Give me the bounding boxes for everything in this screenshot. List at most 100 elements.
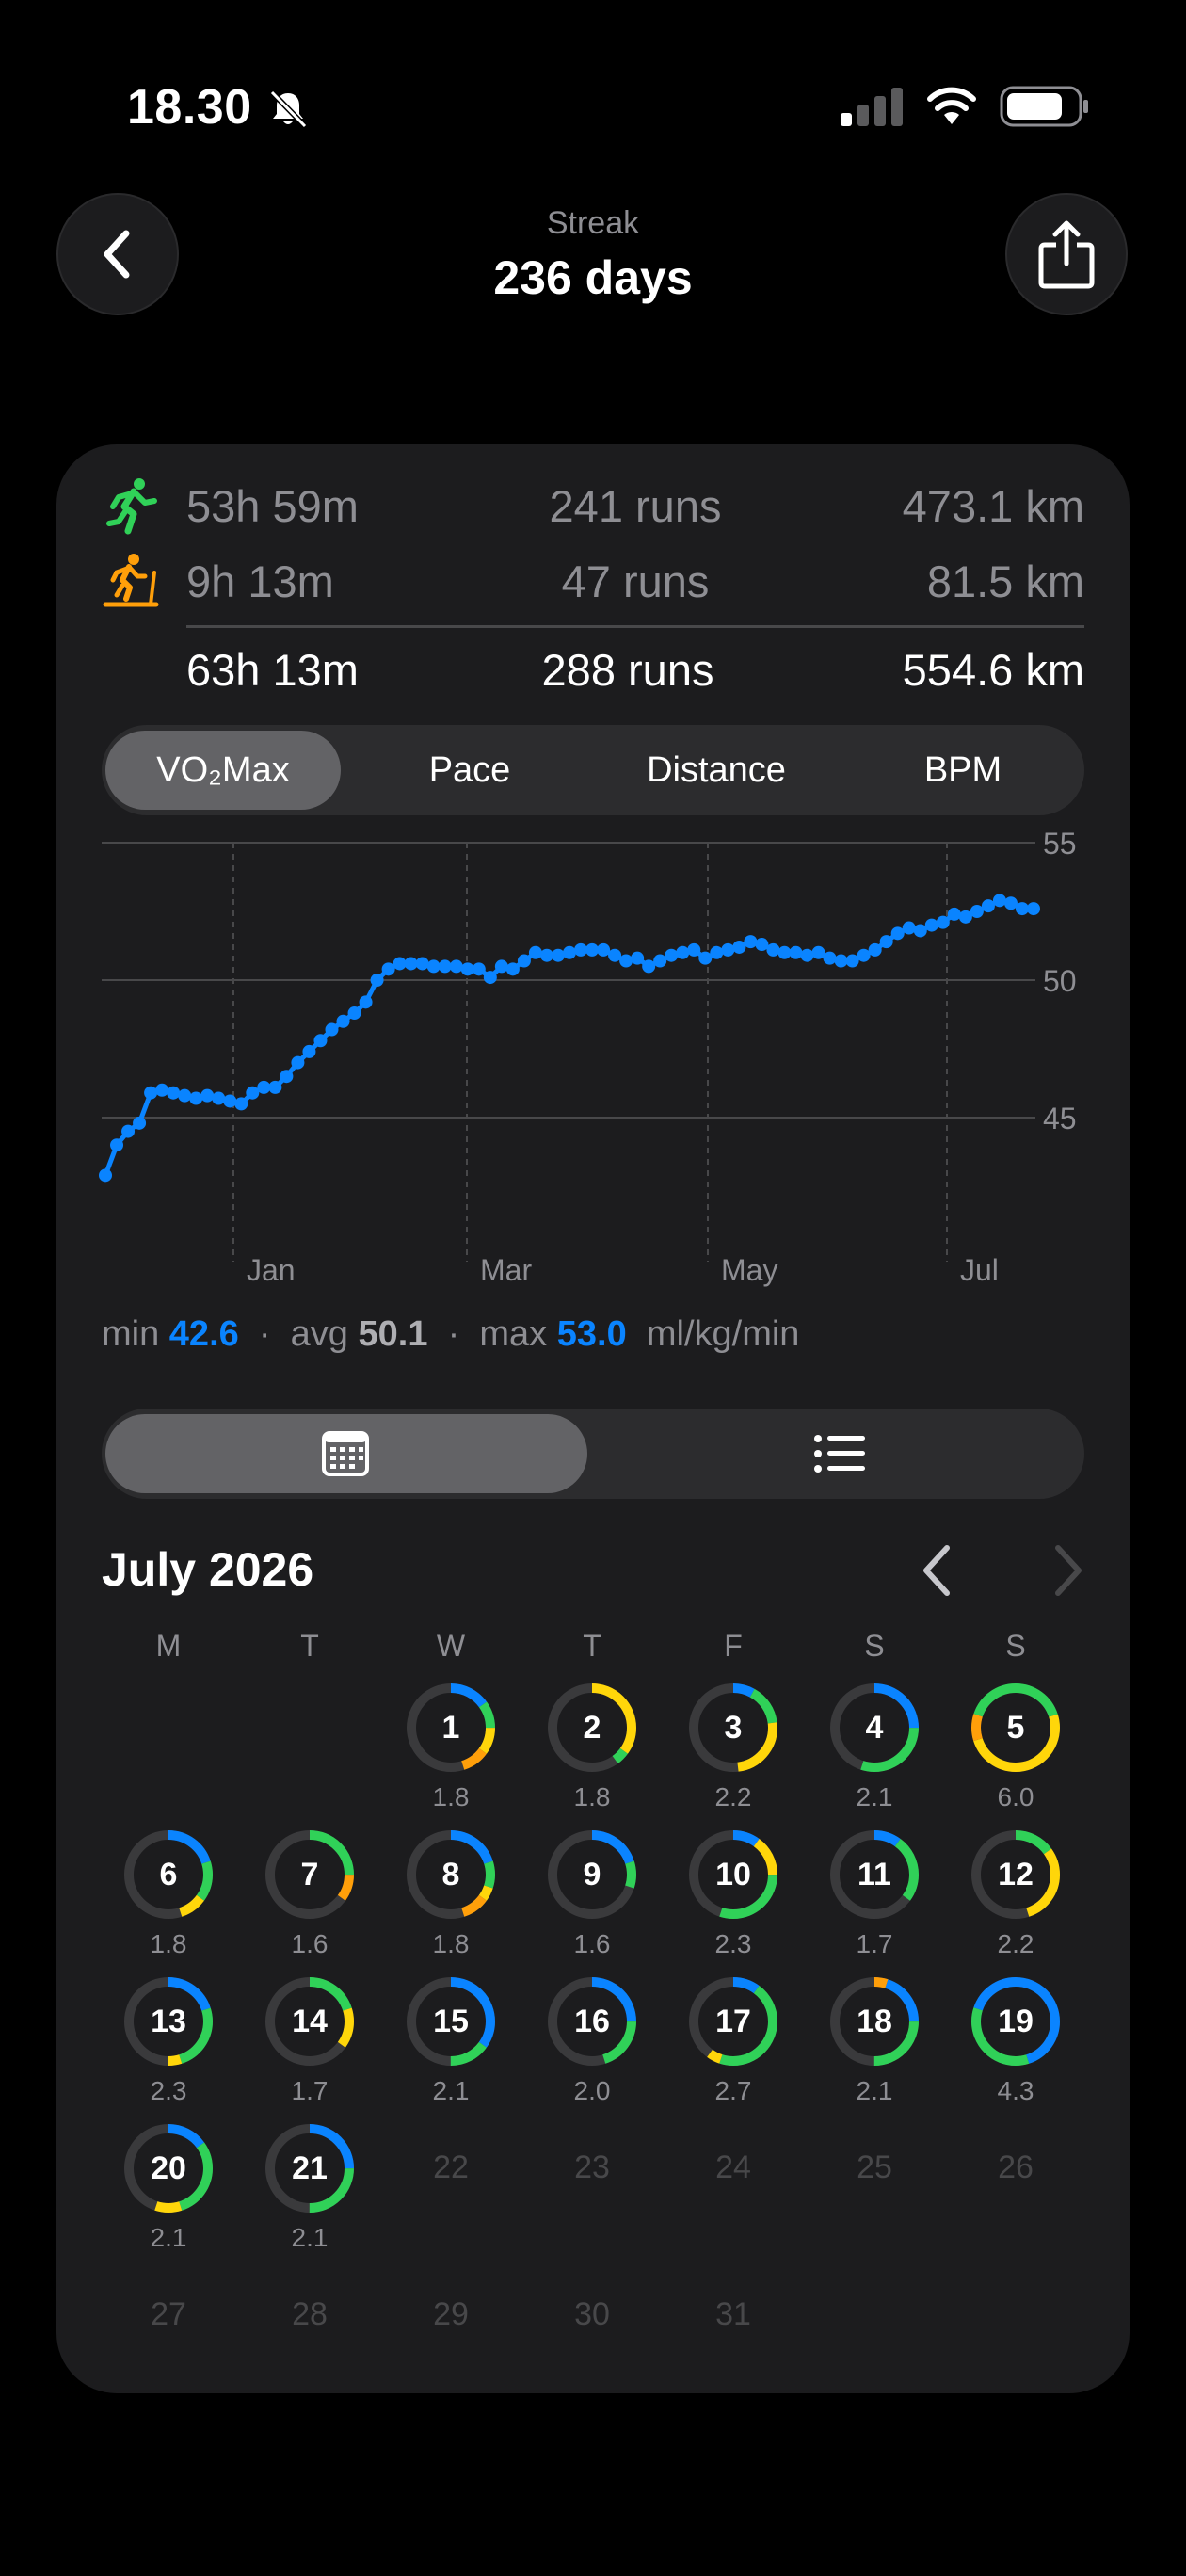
day-distance: 1.8	[150, 1929, 187, 1958]
min-label: min	[102, 1314, 160, 1354]
share-button[interactable]	[1005, 193, 1128, 315]
calendar-day[interactable]: 6	[121, 1827, 216, 1922]
day-number: 4	[865, 1710, 884, 1746]
day-distance: 1.7	[856, 1929, 893, 1958]
vo2max-data-point	[302, 1044, 316, 1058]
vo2max-data-point	[597, 942, 611, 957]
vo2max-data-point	[426, 959, 441, 974]
calendar-day[interactable]: 11	[827, 1827, 922, 1922]
status-time: 18.30	[127, 80, 252, 135]
tab-pace[interactable]: Pace	[352, 725, 587, 815]
vo2max-data-point	[936, 915, 950, 929]
vo2max-data-point	[268, 1080, 282, 1094]
list-view-button[interactable]	[602, 1414, 1081, 1493]
day-distance: 1.8	[573, 1782, 611, 1811]
day-distance: 2.7	[714, 2076, 752, 2105]
calendar-day[interactable]: 2	[545, 1681, 639, 1775]
calendar-day[interactable]: 10	[686, 1827, 780, 1922]
outdoor-time: 53h 59m	[186, 481, 359, 531]
day-distance: 2.1	[150, 2223, 187, 2252]
vo2max-data-point	[144, 1086, 158, 1100]
y-tick-label: 55	[1043, 827, 1077, 861]
day-number: 7	[300, 1857, 319, 1892]
vo2max-data-point	[370, 974, 384, 987]
calendar-view-button[interactable]	[105, 1414, 587, 1493]
vo2max-data-point	[789, 945, 803, 959]
wifi-icon	[927, 87, 976, 124]
calendar-day[interactable]: 21	[263, 2121, 357, 2215]
calendar-day[interactable]: 16	[545, 1974, 639, 2069]
vo2max-data-point	[902, 921, 916, 935]
vo2max-data-point	[924, 918, 938, 932]
day-distance: 2.1	[291, 2223, 329, 2252]
vo2max-data-point	[619, 954, 633, 968]
vo2max-data-point	[483, 971, 497, 985]
next-month-button[interactable]	[1039, 1540, 1096, 1601]
vo2max-data-point	[539, 948, 553, 962]
calendar-day[interactable]: 4	[827, 1681, 922, 1775]
day-distance: 1.8	[432, 1929, 470, 1958]
day-number: 13	[151, 2004, 186, 2039]
weekday-tue: T	[300, 1629, 319, 1663]
day-number: 12	[998, 1857, 1034, 1892]
vo2max-data-point	[755, 938, 769, 952]
vo2max-data-point	[449, 959, 463, 974]
tab-bpm[interactable]: BPM	[845, 725, 1081, 815]
vo2max-data-point	[834, 954, 848, 968]
day-number: 1	[441, 1710, 460, 1746]
vo2max-data-point	[890, 926, 905, 941]
day-distance: 2.2	[714, 1782, 752, 1811]
tab-vo2max[interactable]: VO₂Max	[105, 725, 341, 815]
vo2max-data-point	[528, 945, 542, 959]
calendar-day[interactable]: 7	[263, 1827, 357, 1922]
vo2max-data-point	[257, 1080, 271, 1094]
vo2max-data-point	[676, 945, 690, 959]
back-button[interactable]	[56, 193, 179, 315]
calendar-day[interactable]: 14	[263, 1974, 357, 2069]
calendar-day[interactable]: 17	[686, 1974, 780, 2069]
x-tick-label: Mar	[480, 1253, 532, 1287]
list-icon	[814, 1435, 865, 1473]
vo2max-data-point	[563, 945, 576, 959]
vo2max-data-point	[777, 945, 792, 959]
calendar-day[interactable]: 13	[121, 1974, 216, 2069]
calendar-future-day: 28	[292, 2296, 328, 2332]
calendar-day[interactable]: 8	[404, 1827, 498, 1922]
calendar-day[interactable]: 18	[827, 1974, 922, 2069]
vo2max-data-point	[110, 1138, 124, 1152]
vo2max-data-point	[766, 942, 780, 957]
calendar-day[interactable]: 1	[404, 1681, 498, 1775]
calendar-day[interactable]: 3	[686, 1681, 780, 1775]
calendar-day[interactable]: 12	[969, 1827, 1063, 1922]
chevron-right-icon	[1055, 1545, 1082, 1596]
vo2max-data-point	[415, 957, 429, 971]
vo2max-data-point	[845, 954, 859, 968]
day-number: 20	[151, 2150, 186, 2186]
vo2max-data-point	[178, 1088, 192, 1103]
previous-month-button[interactable]	[911, 1540, 968, 1601]
vo2max-data-point	[223, 1094, 237, 1108]
day-distance: 1.6	[573, 1929, 611, 1958]
treadmill-runs: 47 runs	[561, 556, 710, 606]
tab-distance[interactable]: Distance	[599, 725, 834, 815]
calendar-day[interactable]: 5	[969, 1681, 1063, 1775]
chart-summary: min 42.6 · avg 50.1 · max 53.0 ml/kg/min	[102, 1314, 799, 1355]
vo2max-data-point	[687, 942, 701, 957]
unit-label: ml/kg/min	[646, 1314, 800, 1354]
vo2max-data-point	[404, 957, 418, 971]
day-distance: 4.3	[997, 2076, 1034, 2105]
vo2max-data-point	[958, 910, 972, 924]
day-distance: 6.0	[997, 1782, 1034, 1811]
vo2max-data-point	[336, 1014, 350, 1028]
calendar-day[interactable]: 9	[545, 1827, 639, 1922]
calendar-day[interactable]: 15	[404, 1974, 498, 2069]
vo2max-data-point	[347, 1006, 361, 1021]
outdoor-runs: 241 runs	[549, 481, 722, 531]
calendar-day[interactable]: 20	[121, 2121, 216, 2215]
day-number: 2	[583, 1710, 601, 1746]
vo2max-data-point	[155, 1083, 169, 1097]
calendar-future-day: 29	[433, 2296, 469, 2332]
total-distance: 554.6 km	[902, 645, 1084, 695]
calendar-day[interactable]: 19	[969, 1974, 1063, 2069]
day-number: 5	[1006, 1710, 1025, 1746]
